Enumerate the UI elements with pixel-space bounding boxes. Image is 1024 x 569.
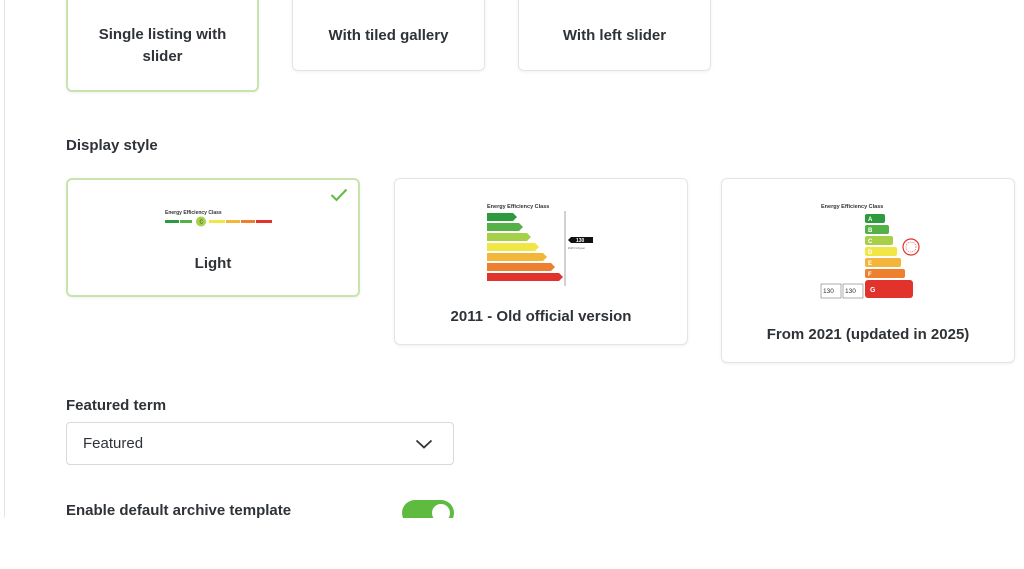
display-style-light[interactable]: Energy Efficiency Class C Light bbox=[66, 178, 360, 297]
layout-option-tiled-gallery[interactable]: With tiled gallery bbox=[292, 0, 485, 71]
thumb-class-letter: C bbox=[868, 239, 873, 245]
layout-option-left-slider[interactable]: With left slider bbox=[518, 0, 711, 71]
check-icon bbox=[330, 188, 348, 202]
display-style-title: Display style bbox=[66, 137, 158, 154]
layout-option-label: With left slider bbox=[562, 26, 667, 44]
thumb-class-letter: B bbox=[868, 228, 873, 234]
thumb-active-class: C bbox=[200, 219, 204, 225]
display-style-2011[interactable]: Energy Efficiency Class 130 kWh/m²/year … bbox=[394, 178, 688, 345]
chevron-down-icon bbox=[415, 439, 433, 449]
display-style-label: 2011 - Old official version bbox=[450, 307, 632, 325]
archive-template-title: Enable default archive template bbox=[66, 502, 292, 519]
layout-option-label: With tiled gallery bbox=[328, 26, 449, 44]
thumb-class-letter: D bbox=[868, 250, 873, 256]
featured-term-title: Featured term bbox=[66, 397, 167, 414]
thumb-value: 130 bbox=[576, 238, 585, 244]
layout-option-single-slider[interactable]: Single listing with slider bbox=[66, 0, 259, 92]
thumb-value: 130 bbox=[845, 288, 856, 295]
energy-label-2011-thumbnail: Energy Efficiency Class 130 kWh/m²/year bbox=[487, 204, 593, 286]
display-style-2021[interactable]: Energy Efficiency Class A B C D E F G 13… bbox=[721, 178, 1015, 363]
featured-term-select[interactable]: Featured bbox=[66, 422, 454, 465]
display-style-label: From 2021 (updated in 2025) bbox=[766, 325, 970, 343]
energy-label-2021-thumbnail: Energy Efficiency Class A B C D E F G 13… bbox=[820, 204, 920, 298]
thumb-title: Energy Efficiency Class bbox=[165, 210, 222, 216]
left-divider bbox=[4, 0, 5, 518]
thumb-class-letter: F bbox=[868, 272, 872, 278]
thumb-title: Energy Efficiency Class bbox=[487, 204, 549, 210]
thumb-title: Energy Efficiency Class bbox=[821, 204, 883, 210]
display-style-label: Light bbox=[194, 254, 232, 272]
bottom-blank-area bbox=[0, 518, 1024, 569]
thumb-class-letter: E bbox=[868, 261, 872, 267]
thumb-value: 130 bbox=[823, 288, 834, 295]
thumb-unit: kWh/m²/year bbox=[568, 246, 585, 250]
light-energy-thumbnail: Energy Efficiency Class C bbox=[165, 210, 272, 226]
thumb-active-class: G bbox=[870, 287, 876, 294]
featured-term-value: Featured bbox=[83, 435, 144, 452]
thumb-class-letter: A bbox=[868, 217, 873, 223]
layout-option-label: Single listing with slider bbox=[98, 26, 227, 65]
